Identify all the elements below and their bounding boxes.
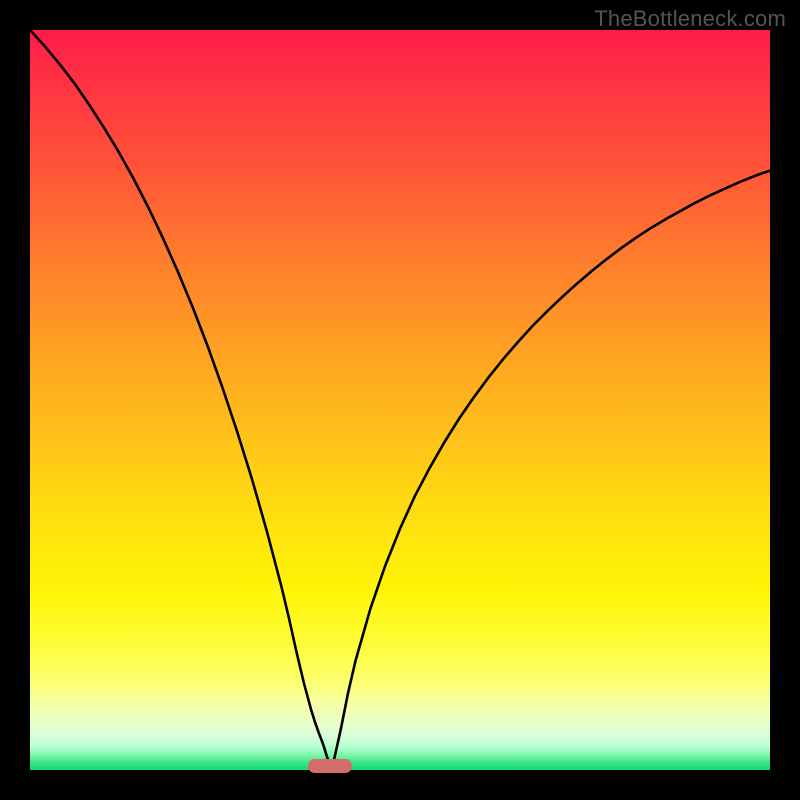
plot-area <box>30 30 770 770</box>
bottleneck-curve <box>30 30 770 763</box>
notch-marker <box>308 759 352 773</box>
chart-frame: TheBottleneck.com <box>0 0 800 800</box>
curve-svg <box>30 30 770 770</box>
watermark-text: TheBottleneck.com <box>594 6 786 32</box>
